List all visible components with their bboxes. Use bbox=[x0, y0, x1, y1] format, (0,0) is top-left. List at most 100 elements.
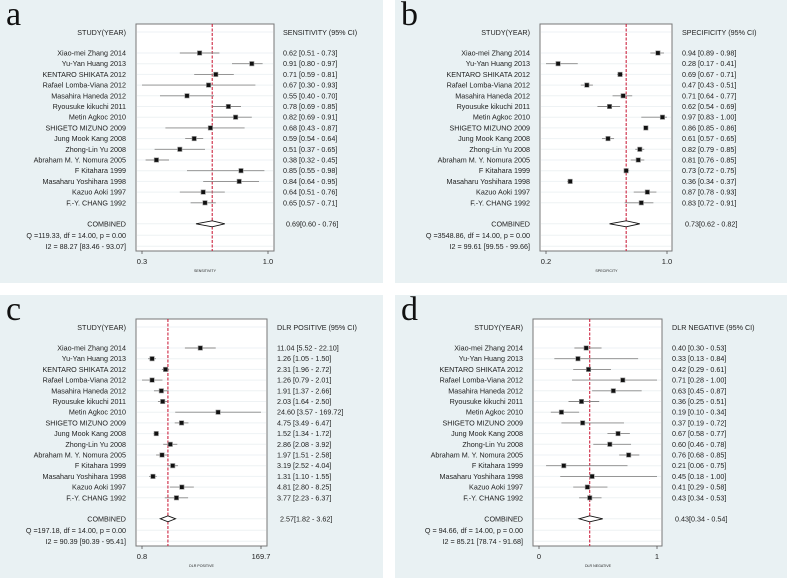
column-header: SENSITIVITY (95% CI) bbox=[283, 28, 357, 37]
study-marker bbox=[238, 168, 244, 174]
study-marker bbox=[160, 399, 166, 405]
study-marker bbox=[163, 366, 169, 372]
study-label: Jung Mook Kang 2008 bbox=[458, 134, 530, 143]
study-estimate-label: 1.26 [0.79 - 2.01] bbox=[277, 376, 331, 385]
x-axis-label: DLR POSITIVE bbox=[189, 564, 214, 568]
combined-estimate-label: 2.57[1.82 - 3.62] bbox=[280, 514, 332, 523]
heterogeneity-i2: I2 = 99.61 [99.55 - 99.66] bbox=[449, 242, 530, 251]
study-estimate-label: 0.86 [0.85 - 0.86] bbox=[682, 123, 736, 132]
study-label: Kazuo Aoki 1997 bbox=[72, 483, 126, 492]
study-label: Ryousuke kikuchi 2011 bbox=[450, 397, 523, 406]
study-marker bbox=[644, 189, 650, 195]
study-marker bbox=[605, 136, 611, 142]
study-label: Ryousuke kikuchi 2011 bbox=[53, 102, 126, 111]
study-estimate-label: 0.21 [0.06 - 0.75] bbox=[672, 461, 726, 470]
study-label: F Kitahara 1999 bbox=[479, 166, 530, 175]
study-marker bbox=[586, 366, 592, 372]
study-header: STUDY(YEAR) bbox=[474, 323, 523, 332]
study-label: Yu-Yan Huang 2013 bbox=[62, 354, 126, 363]
study-marker bbox=[584, 82, 590, 88]
combined-estimate-label: 0.73[0.62 - 0.82] bbox=[685, 219, 737, 228]
study-header: STUDY(YEAR) bbox=[77, 323, 126, 332]
study-estimate-label: 0.19 [0.10 - 0.34] bbox=[672, 408, 726, 417]
panel-b: b STUDY(YEAR) SPECIFICITY (95% CI) Xiao-me… bbox=[395, 0, 787, 283]
study-marker bbox=[635, 157, 641, 163]
study-label: F.-Y. CHANG 1992 bbox=[470, 198, 530, 207]
forest-plot-a: STUDY(YEAR) SENSITIVITY (95% CI) Xiao-mei … bbox=[26, 23, 357, 273]
study-estimate-label: 11.04 [5.52 - 22.10] bbox=[277, 344, 339, 353]
study-label: Ryousuke kikuchi 2011 bbox=[457, 102, 530, 111]
study-label: SHIGETO MIZUNO 2009 bbox=[449, 123, 530, 132]
study-estimate-label: 0.94 [0.89 - 0.98] bbox=[682, 49, 736, 58]
study-label: Xiao-mei Zhang 2014 bbox=[454, 344, 523, 353]
study-label: Zhong-Lin Yu 2008 bbox=[469, 145, 530, 154]
study-marker bbox=[207, 125, 213, 131]
study-marker bbox=[575, 356, 581, 362]
study-estimate-label: 0.37 [0.19 - 0.72] bbox=[672, 418, 726, 427]
study-marker bbox=[558, 409, 564, 415]
study-estimate-label: 0.91 [0.80 - 0.97] bbox=[283, 59, 337, 68]
study-label: Jung Mook Kang 2008 bbox=[451, 429, 523, 438]
study-marker bbox=[589, 473, 595, 479]
study-estimate-label: 0.51 [0.37 - 0.65] bbox=[283, 145, 337, 154]
study-header: STUDY(YEAR) bbox=[481, 28, 530, 37]
axis-tick-label: 169.7 bbox=[252, 552, 271, 561]
study-label: Kazuo Aoki 1997 bbox=[476, 188, 530, 197]
study-estimate-label: 2.86 [2.08 - 3.92] bbox=[277, 440, 331, 449]
study-label: Masaharu Yoshihara 1998 bbox=[446, 177, 530, 186]
study-marker bbox=[197, 50, 203, 56]
panel-a: a STUDY(YEAR) SENSITIVITY (95% CI) Xiao-me… bbox=[0, 0, 383, 283]
study-label: Rafael Lomba-Viana 2012 bbox=[440, 376, 523, 385]
study-marker bbox=[153, 157, 159, 163]
axis-tick-label: 1 bbox=[655, 552, 659, 561]
study-estimate-label: 0.38 [0.32 - 0.45] bbox=[283, 156, 337, 165]
heterogeneity-i2: I2 = 90.39 [90.39 - 95.41] bbox=[45, 537, 126, 546]
study-estimate-label: 0.71 [0.64 - 0.77] bbox=[682, 91, 736, 100]
study-estimate-label: 4.75 [3.49 - 6.47] bbox=[277, 418, 331, 427]
axis-tick-label: 0.3 bbox=[137, 257, 147, 266]
study-marker bbox=[233, 114, 239, 120]
study-marker bbox=[236, 178, 242, 184]
study-estimate-label: 0.59 [0.54 - 0.64] bbox=[283, 134, 337, 143]
study-marker bbox=[659, 114, 665, 120]
heterogeneity-q: Q = 94.66, df = 14.00, p = 0.00 bbox=[425, 526, 523, 535]
study-estimate-label: 0.67 [0.30 - 0.93] bbox=[283, 81, 337, 90]
study-estimate-label: 0.73 [0.72 - 0.75] bbox=[682, 166, 736, 175]
study-label: Yu-Yan Huang 2013 bbox=[62, 59, 126, 68]
study-label: SHIGETO MIZUNO 2009 bbox=[45, 418, 126, 427]
heterogeneity-i2: I2 = 88.27 [83.46 - 93.07] bbox=[45, 242, 126, 251]
study-label: Masaharu Yoshihara 1998 bbox=[42, 472, 126, 481]
study-marker bbox=[225, 104, 231, 110]
axis-tick-label: 0.2 bbox=[541, 257, 551, 266]
study-marker bbox=[610, 388, 616, 394]
study-estimate-label: 0.82 [0.79 - 0.85] bbox=[682, 145, 736, 154]
study-label: Zhong-Lin Yu 2008 bbox=[65, 440, 126, 449]
study-marker bbox=[215, 409, 221, 415]
study-estimate-label: 0.63 [0.45 - 0.87] bbox=[672, 386, 726, 395]
study-marker bbox=[615, 431, 621, 437]
study-estimate-label: 0.71 [0.28 - 1.00] bbox=[672, 376, 726, 385]
study-estimate-label: 0.64 [0.51 - 0.76] bbox=[283, 188, 337, 197]
study-label: F.-Y. CHANG 1992 bbox=[66, 493, 126, 502]
study-estimate-label: 1.52 [1.34 - 1.72] bbox=[277, 429, 331, 438]
study-estimate-label: 0.76 [0.68 - 0.85] bbox=[672, 451, 726, 460]
study-estimate-label: 0.40 [0.30 - 0.53] bbox=[672, 344, 726, 353]
axis-tick-label: 1.0 bbox=[662, 257, 672, 266]
study-label: Kazuo Aoki 1997 bbox=[469, 483, 523, 492]
study-label: F Kitahara 1999 bbox=[75, 166, 126, 175]
study-label: Rafael Lomba-Viana 2012 bbox=[43, 376, 126, 385]
study-label: SHIGETO MIZUNO 2009 bbox=[45, 123, 126, 132]
study-estimate-label: 0.28 [0.17 - 0.41] bbox=[682, 59, 736, 68]
study-label: Metin Agkoc 2010 bbox=[69, 113, 126, 122]
study-label: F Kitahara 1999 bbox=[472, 461, 523, 470]
study-label: Zhong-Lin Yu 2008 bbox=[65, 145, 126, 154]
heterogeneity-q: Q =3548.86, df = 14.00, p = 0.00 bbox=[426, 231, 530, 240]
study-marker bbox=[184, 93, 190, 99]
study-marker bbox=[158, 388, 164, 394]
study-marker bbox=[167, 441, 173, 447]
study-marker bbox=[149, 356, 155, 362]
study-estimate-label: 0.84 [0.64 - 0.95] bbox=[283, 177, 337, 186]
study-estimate-label: 0.60 [0.46 - 0.78] bbox=[672, 440, 726, 449]
forest-plot-b: STUDY(YEAR) SPECIFICITY (95% CI) Xiao-mei … bbox=[426, 23, 757, 273]
study-label: Metin Agkoc 2010 bbox=[466, 408, 523, 417]
